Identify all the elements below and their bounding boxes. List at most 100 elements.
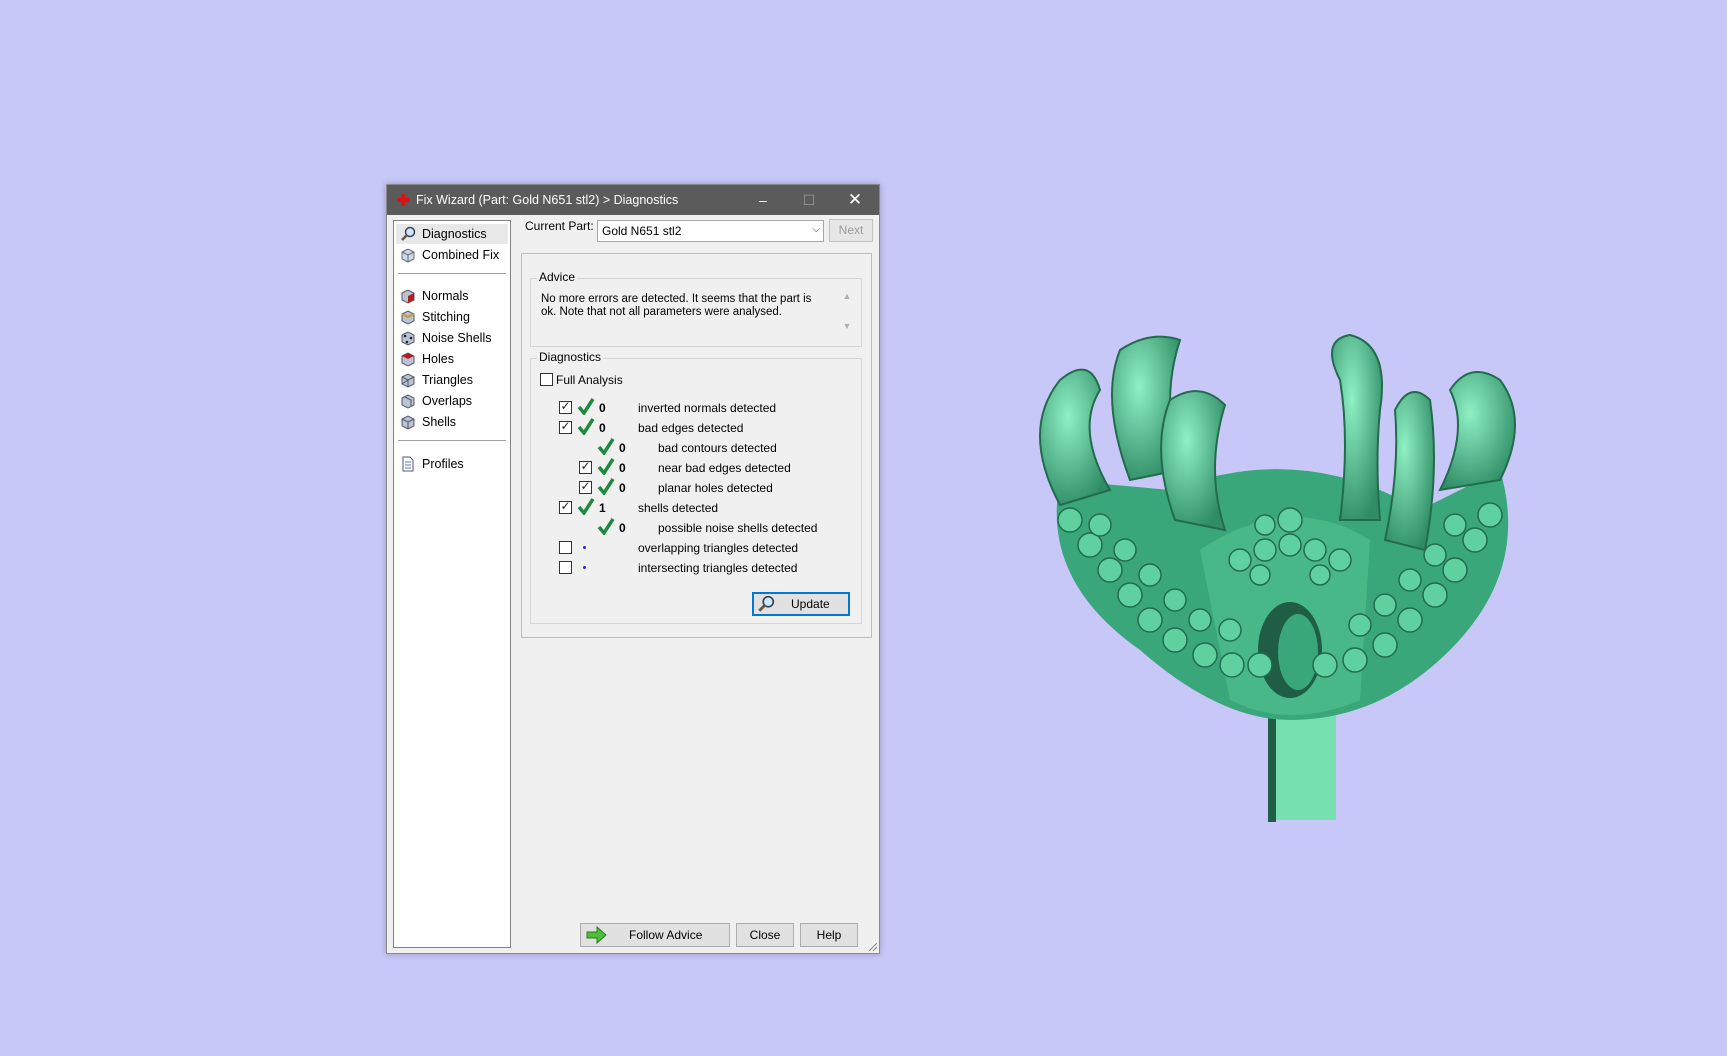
diagnostic-checkbox[interactable]: ✓ bbox=[559, 499, 572, 514]
sidebar-item-label: Stitching bbox=[422, 310, 470, 324]
3d-model-view[interactable] bbox=[1000, 320, 1580, 860]
full-analysis-label: Full Analysis bbox=[556, 373, 623, 387]
checkmark-icon: ✓ bbox=[580, 459, 591, 473]
advice-text: No more errors are detected. It seems th… bbox=[541, 293, 812, 318]
sidebar-item-overlaps[interactable]: Overlaps bbox=[396, 391, 508, 411]
sidebar: Diagnostics Combined Fix Normals Stitchi… bbox=[393, 220, 511, 948]
follow-advice-label: Follow Advice bbox=[629, 928, 703, 942]
next-button[interactable]: Next bbox=[829, 219, 873, 242]
window-title: Fix Wizard (Part: Gold N651 stl2) > Diag… bbox=[416, 193, 679, 207]
checkmark-icon: ✓ bbox=[560, 419, 571, 433]
diagnostic-label: bad edges detected bbox=[638, 421, 744, 435]
green-check-icon bbox=[577, 398, 595, 415]
title-bar[interactable]: Fix Wizard (Part: Gold N651 stl2) > Diag… bbox=[387, 185, 879, 215]
current-part-dropdown[interactable]: Gold N651 stl2 ⌵ bbox=[597, 220, 824, 242]
sidebar-item-triangles[interactable]: Triangles bbox=[396, 370, 508, 390]
green-check-icon bbox=[597, 458, 615, 475]
sidebar-separator bbox=[398, 440, 506, 441]
checkmark-icon: ✓ bbox=[560, 399, 571, 413]
checkmark-icon: ✓ bbox=[560, 499, 571, 513]
noise-shells-icon bbox=[401, 331, 415, 346]
diagnostic-count: 1 bbox=[599, 501, 606, 515]
sidebar-item-label: Normals bbox=[422, 289, 469, 303]
update-label: Update bbox=[791, 597, 830, 611]
diagnostic-checkbox[interactable]: ✓ bbox=[559, 419, 572, 434]
stitching-cube-icon bbox=[401, 310, 415, 325]
green-check-icon bbox=[597, 438, 615, 455]
diagnostic-label: overlapping triangles detected bbox=[638, 541, 799, 555]
current-part-label: Current Part: bbox=[525, 219, 594, 233]
diagnostics-group: Diagnostics Full Analysis ✓ 0 inverted nor… bbox=[530, 350, 862, 624]
diagnostic-count: 0 bbox=[619, 481, 626, 495]
overlaps-cube-icon bbox=[401, 394, 415, 409]
diagnostic-label: shells detected bbox=[638, 501, 719, 515]
green-check-icon bbox=[597, 478, 615, 495]
green-check-icon bbox=[597, 518, 615, 535]
diagnostic-count: 0 bbox=[619, 521, 626, 535]
diagnostic-checkbox[interactable]: ✓ bbox=[559, 399, 572, 414]
shells-cube-icon bbox=[401, 415, 415, 430]
diagnostic-count: 0 bbox=[619, 441, 626, 455]
not-analysed-dot-icon bbox=[583, 546, 586, 549]
cube-icon bbox=[401, 248, 415, 263]
close-window-button[interactable]: ✕ bbox=[832, 185, 878, 215]
sidebar-item-label: Shells bbox=[422, 415, 457, 429]
diagnostic-label: inverted normals detected bbox=[638, 401, 777, 415]
follow-advice-button[interactable]: Follow Advice bbox=[580, 923, 730, 947]
diagnostic-count: 0 bbox=[599, 401, 606, 415]
magnifier-icon bbox=[758, 595, 775, 612]
chevron-down-icon: ⌵ bbox=[812, 224, 820, 235]
fix-wizard-window: Fix Wizard (Part: Gold N651 stl2) > Diag… bbox=[386, 184, 880, 954]
sidebar-item-diagnostics[interactable]: Diagnostics bbox=[396, 224, 508, 244]
full-analysis-checkbox[interactable] bbox=[540, 373, 553, 386]
holes-cube-icon bbox=[401, 352, 415, 367]
diagnostic-checkbox[interactable] bbox=[559, 541, 572, 554]
sidebar-item-label: Combined Fix bbox=[422, 248, 500, 262]
diagnostic-count: 0 bbox=[619, 461, 626, 475]
normals-cube-icon bbox=[401, 289, 415, 304]
update-button[interactable]: Update bbox=[752, 592, 850, 616]
diagnostic-checkbox[interactable]: ✓ bbox=[579, 479, 592, 494]
close-button[interactable]: Close bbox=[736, 923, 794, 947]
not-analysed-dot-icon bbox=[583, 566, 586, 569]
help-button[interactable]: Help bbox=[800, 923, 858, 947]
diagnostic-label: intersecting triangles detected bbox=[638, 561, 798, 575]
current-part-value: Gold N651 stl2 bbox=[602, 224, 682, 238]
checkmark-icon: ✓ bbox=[580, 479, 591, 493]
green-check-icon bbox=[577, 498, 595, 515]
maximize-button[interactable]: ☐ bbox=[786, 185, 832, 215]
green-check-icon bbox=[577, 418, 595, 435]
sidebar-item-label: Profiles bbox=[422, 457, 464, 471]
sidebar-item-label: Overlaps bbox=[422, 394, 473, 408]
sidebar-item-combined-fix[interactable]: Combined Fix bbox=[396, 245, 508, 265]
sidebar-item-label: Triangles bbox=[422, 373, 473, 387]
diagnostics-title: Diagnostics bbox=[537, 350, 604, 364]
diagnostic-checkbox[interactable] bbox=[559, 561, 572, 574]
triangles-cube-icon bbox=[401, 373, 415, 388]
sidebar-item-stitching[interactable]: Stitching bbox=[396, 307, 508, 327]
advice-title: Advice bbox=[537, 270, 578, 284]
sidebar-item-holes[interactable]: Holes bbox=[396, 349, 508, 369]
sidebar-item-normals[interactable]: Normals bbox=[396, 286, 508, 306]
sidebar-item-shells[interactable]: Shells bbox=[396, 412, 508, 432]
sidebar-item-label: Noise Shells bbox=[422, 331, 492, 345]
diagnostic-label: bad contours detected bbox=[658, 441, 777, 455]
document-icon bbox=[402, 456, 414, 472]
sidebar-item-profiles[interactable]: Profiles bbox=[396, 454, 508, 474]
sidebar-item-label: Holes bbox=[422, 352, 454, 366]
green-arrow-icon bbox=[586, 926, 607, 944]
advice-group: Advice No more errors are detected. It s… bbox=[530, 270, 862, 347]
diagnostic-label: planar holes detected bbox=[658, 481, 773, 495]
diagnostic-label: near bad edges detected bbox=[658, 461, 791, 475]
sidebar-item-noise-shells[interactable]: Noise Shells bbox=[396, 328, 508, 348]
resize-grip-icon[interactable] bbox=[869, 943, 877, 951]
red-cross-app-icon bbox=[397, 194, 409, 206]
magnifier-icon bbox=[401, 226, 416, 241]
advice-scrollbar[interactable]: ▲ ▼ bbox=[841, 291, 853, 341]
sidebar-item-label: Diagnostics bbox=[422, 227, 487, 241]
sidebar-separator bbox=[398, 273, 506, 274]
minimize-button[interactable]: – bbox=[740, 185, 786, 215]
diagnostic-checkbox[interactable]: ✓ bbox=[579, 459, 592, 474]
diagnostics-panel: Advice No more errors are detected. It s… bbox=[521, 253, 872, 638]
diagnostic-count: 0 bbox=[599, 421, 606, 435]
